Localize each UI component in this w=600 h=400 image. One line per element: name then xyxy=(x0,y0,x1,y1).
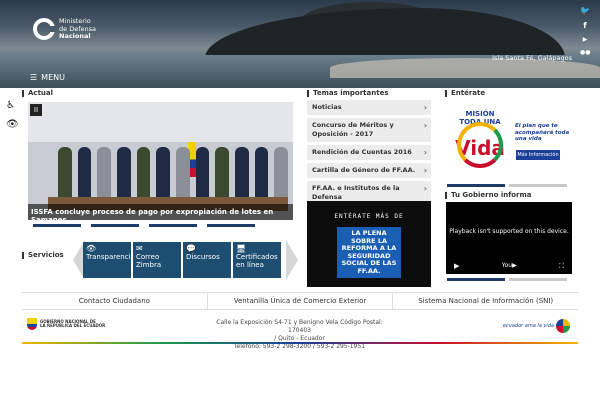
ecuador-flower-icon xyxy=(556,319,570,333)
play-icon[interactable]: ▶ xyxy=(454,262,459,271)
slider-dot[interactable] xyxy=(207,224,255,227)
slider-indicators xyxy=(33,224,255,227)
gov-info-title: Tu Gobierno informa xyxy=(445,191,532,199)
menu-label: MENU xyxy=(41,73,65,82)
topics-list: Noticias Concurso de Méritos y Oposición… xyxy=(307,100,431,208)
banner-location: Isla Santa Fé, Galápagos xyxy=(492,54,572,62)
eye-icon: 👁 xyxy=(86,244,97,253)
promo-top-text: ENTÉRATE MÁS DE xyxy=(334,213,404,220)
slider-dot[interactable] xyxy=(33,224,81,227)
ministry-logo-icon xyxy=(33,18,56,41)
services-carousel: 👁 Transparencia ✉ Correo Zimbra 💬 Discur… xyxy=(28,240,298,280)
slider-dot[interactable] xyxy=(149,224,197,227)
topic-item[interactable]: Rendición de Cuentas 2016 xyxy=(307,145,431,160)
monitor-icon: 🖥 xyxy=(236,244,247,253)
menu-button[interactable]: ☰ MENU xyxy=(30,73,65,82)
fullscreen-icon[interactable]: ⛶ xyxy=(559,262,564,271)
video-message: Playback isn't supported on this device. xyxy=(449,228,569,235)
logo-line3: Nacional xyxy=(59,32,91,40)
ministry-logo[interactable]: Ministerio de Defensa Nacional xyxy=(33,17,96,41)
banner-island xyxy=(205,8,565,58)
mision-tagline: El plan que te acompañará toda una vida xyxy=(515,123,570,142)
video-player[interactable]: Playback isn't supported on this device.… xyxy=(446,202,572,274)
mas-informacion-button[interactable]: Más Información xyxy=(516,150,560,160)
facebook-icon[interactable]: f xyxy=(580,21,590,30)
footer-link[interactable]: Sistema Nacional de Información (SNI) xyxy=(392,293,578,309)
footer-links: Contacto Ciudadano Ventanilla Única de C… xyxy=(22,292,578,310)
footer: GOBIERNO NACIONAL DE LA REPÚBLICA DEL EC… xyxy=(22,314,578,350)
ecuador-text: ecuador ama la vida xyxy=(502,323,554,329)
footer-link[interactable]: Contacto Ciudadano xyxy=(22,293,207,309)
accessibility-icon[interactable]: ♿ xyxy=(6,100,19,111)
service-transparencia[interactable]: 👁 Transparencia xyxy=(83,242,135,278)
service-discursos[interactable]: 💬 Discursos xyxy=(183,242,231,278)
slider-dot[interactable] xyxy=(91,224,139,227)
service-label: Transparencia xyxy=(86,253,135,261)
accessibility-tools: ♿ 👁 xyxy=(6,100,19,130)
government-logo[interactable]: GOBIERNO NACIONAL DE LA REPÚBLICA DEL EC… xyxy=(27,318,105,330)
service-label: Discursos xyxy=(186,253,220,261)
footer-color-bar xyxy=(22,342,578,344)
topic-item[interactable]: Cartilla de Género de FF.AA. xyxy=(307,163,431,178)
video-indicators xyxy=(447,278,567,281)
service-correo-zimbra[interactable]: ✉ Correo Zimbra xyxy=(133,242,181,278)
promo-banner[interactable]: ENTÉRATE MÁS DE LA PLENA SOBRE LA REFORM… xyxy=(307,201,431,287)
twitter-icon[interactable]: 🐦 xyxy=(580,6,590,15)
pause-button[interactable]: II xyxy=(30,104,42,116)
video-controls: ▶ You▶ ⛶ xyxy=(454,262,564,271)
promo-highlight: LA PLENA SOBRE LA REFORMA A LA SEGURIDAD… xyxy=(337,227,401,278)
topic-item[interactable]: Noticias xyxy=(307,100,431,115)
entrate-indicators xyxy=(447,184,567,187)
entrate-title: Entérate xyxy=(445,89,485,97)
news-slider[interactable]: II ISSFA concluye proceso de pago por ex… xyxy=(28,102,293,220)
topics-title: Temas importantes xyxy=(307,89,389,97)
header-banner: Ministerio de Defensa Nacional ☰ MENU Is… xyxy=(0,0,600,88)
mision-logo: MISIÓN TODA UNA Vida xyxy=(455,110,505,170)
flickr-icon[interactable]: ●● xyxy=(580,49,590,56)
hamburger-icon: ☰ xyxy=(30,73,38,82)
service-label: Certificados en línea xyxy=(236,253,278,269)
social-links: 🐦 f ▶ ●● xyxy=(580,6,590,56)
eye-icon[interactable]: 👁 xyxy=(6,119,19,130)
actual-title: Actual xyxy=(22,89,53,97)
footer-address: Calle la Exposición S4-71 y Benigno Vela… xyxy=(216,319,383,350)
slide-caption[interactable]: ISSFA concluye proceso de pago por expro… xyxy=(28,204,293,220)
speech-icon: 💬 xyxy=(186,244,196,253)
service-certificados[interactable]: 🖥 Certificados en línea xyxy=(233,242,281,278)
footer-link[interactable]: Ventanilla Única de Comercio Exterior xyxy=(206,293,393,309)
coat-of-arms-icon xyxy=(27,318,37,330)
youtube-icon[interactable]: ▶ xyxy=(580,36,590,43)
services-next-arrow[interactable] xyxy=(286,240,298,280)
ecuador-brand[interactable]: ecuador ama la vida xyxy=(503,319,570,333)
gov-logo-line2: LA REPÚBLICA DEL ECUADOR xyxy=(40,323,106,328)
youtube-icon[interactable]: You▶ xyxy=(502,262,517,271)
topic-item[interactable]: Concurso de Méritos y Oposición - 2017 xyxy=(307,118,431,142)
mail-icon: ✉ xyxy=(136,244,143,253)
service-label: Correo Zimbra xyxy=(136,253,162,269)
